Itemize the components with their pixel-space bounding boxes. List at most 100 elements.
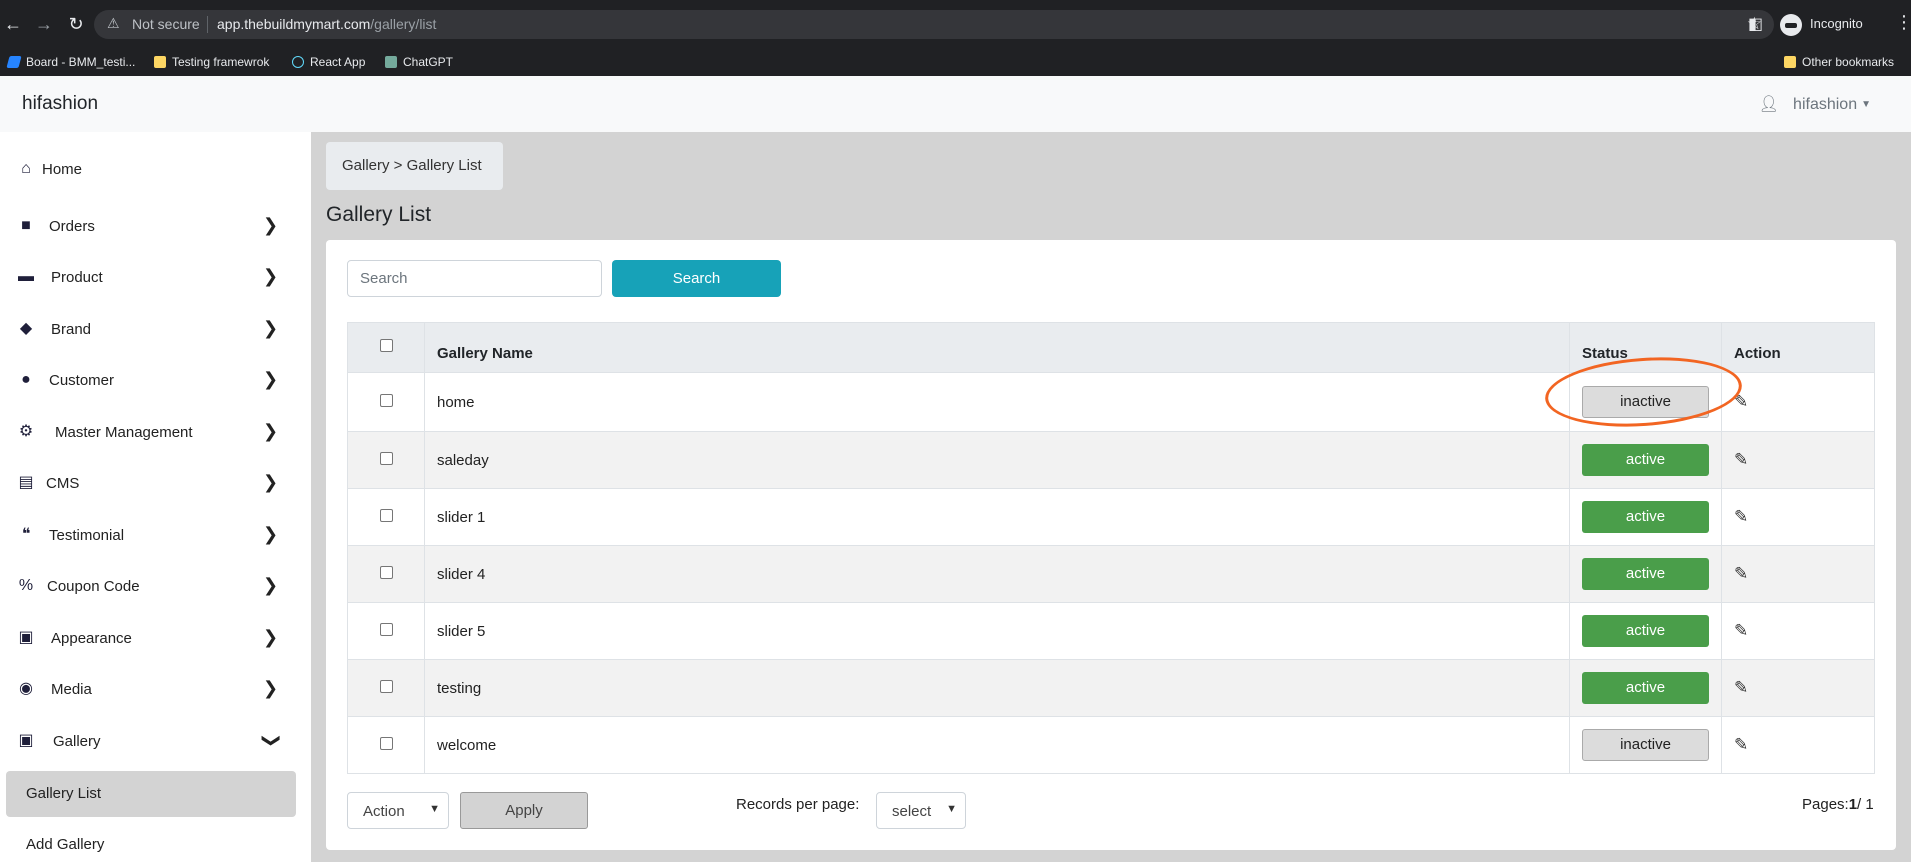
search-button[interactable]: Search: [612, 260, 781, 297]
edit-icon[interactable]: ✎: [1734, 679, 1752, 697]
chevron-right-icon: ❯: [263, 472, 279, 492]
row-checkbox[interactable]: [379, 679, 393, 693]
status-badge[interactable]: inactive: [1582, 386, 1709, 418]
sidebar-subitem-label: Add Gallery: [26, 836, 105, 853]
image-icon: ▣: [18, 629, 34, 646]
bookmark-board[interactable]: Board - BMM_testi...: [6, 54, 135, 70]
brand-name[interactable]: hifashion: [22, 93, 98, 115]
status-cell: inactive: [1569, 372, 1722, 432]
records-per-page-label: Records per page:: [736, 796, 860, 813]
chatgpt-icon: [385, 56, 397, 68]
sidebar-item-orders[interactable]: ■ Orders ❯: [0, 207, 311, 247]
action-cell: ✎: [1721, 716, 1875, 774]
chevron-down-icon: ▼: [429, 803, 440, 815]
row-checkbox[interactable]: [379, 736, 393, 750]
status-cell: inactive: [1569, 716, 1722, 774]
gallery-name-cell: welcome: [424, 716, 1570, 774]
bookmark-react-app[interactable]: React App: [292, 54, 365, 70]
sidebar-item-coupon-code[interactable]: % Coupon Code ❯: [0, 567, 311, 607]
play-circle-icon: ◉: [19, 680, 33, 697]
chevron-right-icon: ❯: [263, 318, 279, 338]
apply-button[interactable]: Apply: [460, 792, 588, 829]
sidebar-item-testimonial[interactable]: ❝ Testimonial ❯: [0, 516, 311, 556]
table-row: saleday active ✎: [347, 431, 1875, 489]
search-input[interactable]: [347, 260, 602, 297]
sidebar-item-product[interactable]: ▬ Product ❯: [0, 258, 311, 298]
select-all-checkbox[interactable]: [379, 339, 393, 352]
sidebar-item-appearance[interactable]: ▣ Appearance ❯: [0, 619, 311, 659]
folder-icon: [1784, 56, 1796, 68]
edit-icon[interactable]: ✎: [1734, 736, 1752, 754]
url-text[interactable]: app.thebuildmymart.com/gallery/list: [217, 16, 436, 32]
back-icon[interactable]: ←: [2, 13, 24, 35]
bookmarks-bar: Board - BMM_testi... Testing framewrok R…: [0, 48, 1911, 76]
status-badge[interactable]: active: [1582, 558, 1709, 590]
sidebar-item-label: Customer: [49, 372, 115, 389]
sidebar-item-label: Appearance: [51, 630, 132, 647]
status-badge[interactable]: active: [1582, 672, 1709, 704]
action-cell: ✎: [1721, 659, 1875, 717]
gallery-name-cell: saleday: [424, 431, 1570, 489]
sidebar-subitem-add-gallery[interactable]: Add Gallery: [6, 822, 296, 862]
status-cell: active: [1569, 545, 1722, 603]
user-menu[interactable]: 👤︎ hifashion ▼: [1759, 94, 1871, 114]
sidebar-item-label: Testimonial: [49, 527, 125, 544]
sidebar-item-label: Gallery: [53, 733, 101, 750]
sidebar-item-master-management[interactable]: ⚙ Master Management ❯: [0, 413, 311, 453]
jira-board-icon: [6, 56, 22, 68]
side-panel-icon[interactable]: ◧: [1748, 14, 1763, 34]
sidebar-item-media[interactable]: ◉ Media ❯: [0, 670, 311, 710]
status-cell: active: [1569, 488, 1722, 546]
status-badge[interactable]: active: [1582, 615, 1709, 647]
action-cell: ✎: [1721, 431, 1875, 489]
row-checkbox[interactable]: [379, 451, 393, 465]
file-icon: ▤: [18, 474, 34, 491]
quote-icon: ❝: [21, 526, 31, 543]
gallery-name-cell: slider 1: [424, 488, 1570, 546]
sidebar-subitem-gallery-list[interactable]: Gallery List: [6, 771, 296, 817]
gallery-table: Gallery Name Status Action home inactive ✎…: [347, 322, 1875, 774]
chevron-down-icon: ❯: [262, 732, 283, 749]
other-bookmarks[interactable]: Other bookmarks: [1784, 54, 1894, 70]
bulk-action-select[interactable]: Action ▼: [347, 792, 449, 829]
row-checkbox[interactable]: [379, 508, 393, 522]
edit-icon[interactable]: ✎: [1734, 622, 1752, 640]
edit-icon[interactable]: ✎: [1734, 508, 1752, 526]
reload-icon[interactable]: ↻: [65, 13, 87, 35]
sidebar-item-home[interactable]: ⌂ Home: [0, 150, 311, 190]
caret-down-icon: ▼: [1861, 99, 1871, 110]
row-checkbox[interactable]: [379, 393, 393, 407]
status-badge[interactable]: active: [1582, 444, 1709, 476]
sidebar-item-cms[interactable]: ▤ CMS ❯: [0, 464, 311, 504]
column-header-action: Action: [1721, 322, 1875, 373]
breadcrumb[interactable]: Gallery > Gallery List: [326, 142, 503, 190]
row-checkbox[interactable]: [379, 565, 393, 579]
row-checkbox[interactable]: [379, 622, 393, 636]
status-badge[interactable]: active: [1582, 501, 1709, 533]
user-icon: ●: [21, 371, 31, 388]
records-per-page-select[interactable]: select ▼: [876, 792, 966, 829]
edit-icon[interactable]: ✎: [1734, 393, 1752, 411]
address-divider: [207, 16, 208, 33]
bookmark-chatgpt[interactable]: ChatGPT: [385, 54, 453, 70]
sidebar-item-brand[interactable]: ◆ Brand ❯: [0, 310, 311, 350]
page-title: Gallery List: [326, 203, 432, 226]
home-icon: ⌂: [21, 160, 31, 177]
table-row: slider 1 active ✎: [347, 488, 1875, 546]
sidebar-subitem-label: Gallery List: [26, 785, 102, 802]
address-bar[interactable]: ⚠ Not secure app.thebuildmymart.com/gall…: [94, 10, 1774, 39]
sidebar-item-gallery[interactable]: ▣ Gallery ❯: [0, 722, 311, 762]
more-menu-icon[interactable]: ⋮: [1895, 12, 1911, 33]
gallery-name-cell: slider 4: [424, 545, 1570, 603]
row-select-cell: [347, 602, 425, 660]
edit-icon[interactable]: ✎: [1734, 451, 1752, 469]
edit-icon[interactable]: ✎: [1734, 565, 1752, 583]
table-row: slider 5 active ✎: [347, 602, 1875, 660]
status-badge[interactable]: inactive: [1582, 729, 1709, 761]
bookmark-testing-framework[interactable]: Testing framewrok: [154, 54, 269, 70]
incognito-indicator[interactable]: Incognito: [1780, 13, 1863, 36]
forward-icon[interactable]: →: [33, 13, 55, 35]
table-row: home inactive ✎: [347, 372, 1875, 432]
sidebar-item-customer[interactable]: ● Customer ❯: [0, 361, 311, 401]
incognito-icon: [1780, 13, 1802, 36]
